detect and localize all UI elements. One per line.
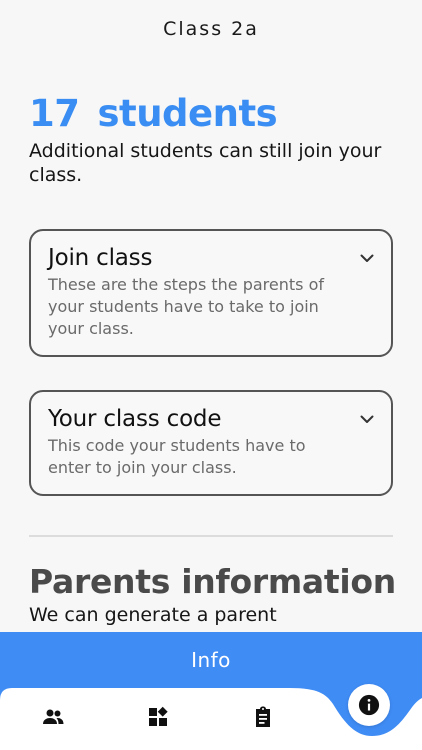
join-class-card[interactable]: Join class These are the steps the paren… bbox=[29, 229, 393, 357]
top-bar: Class 2a bbox=[0, 0, 422, 60]
student-count-number: 17 bbox=[29, 92, 80, 135]
info-button[interactable]: Info bbox=[0, 632, 422, 690]
class-code-card[interactable]: Your class code This code your students … bbox=[29, 390, 393, 496]
info-tab[interactable] bbox=[348, 684, 390, 726]
parents-information-subtitle: We can generate a parent bbox=[29, 604, 277, 626]
widgets-icon bbox=[149, 706, 168, 726]
chevron-down-icon[interactable] bbox=[359, 250, 375, 266]
student-count: 17 students bbox=[29, 92, 393, 135]
section-divider bbox=[29, 535, 393, 537]
page-title: Class 2a bbox=[163, 18, 259, 40]
main-content[interactable]: 17 students Additional students can stil… bbox=[29, 92, 396, 626]
class-code-description: This code your students have to enter to… bbox=[48, 436, 306, 477]
bottom-nav bbox=[0, 684, 422, 750]
join-class-title: Join class bbox=[48, 245, 153, 271]
class-screen: Class 2a 17 students Additional students… bbox=[0, 0, 422, 750]
info-icon bbox=[358, 694, 380, 716]
chevron-down-icon[interactable] bbox=[359, 411, 375, 427]
info-button-label: Info bbox=[191, 647, 231, 672]
clipboard-icon bbox=[256, 706, 270, 727]
students-tab[interactable] bbox=[33, 697, 73, 737]
join-class-description: These are the steps the parents of your … bbox=[48, 275, 324, 338]
people-icon bbox=[43, 709, 64, 724]
student-count-subtitle: Additional students can still join your … bbox=[29, 140, 382, 186]
student-count-label: students bbox=[97, 92, 278, 135]
class-code-title: Your class code bbox=[48, 406, 222, 432]
tasks-tab[interactable] bbox=[243, 697, 283, 737]
widgets-tab[interactable] bbox=[138, 697, 178, 737]
parents-information-title: Parents information bbox=[29, 562, 396, 601]
